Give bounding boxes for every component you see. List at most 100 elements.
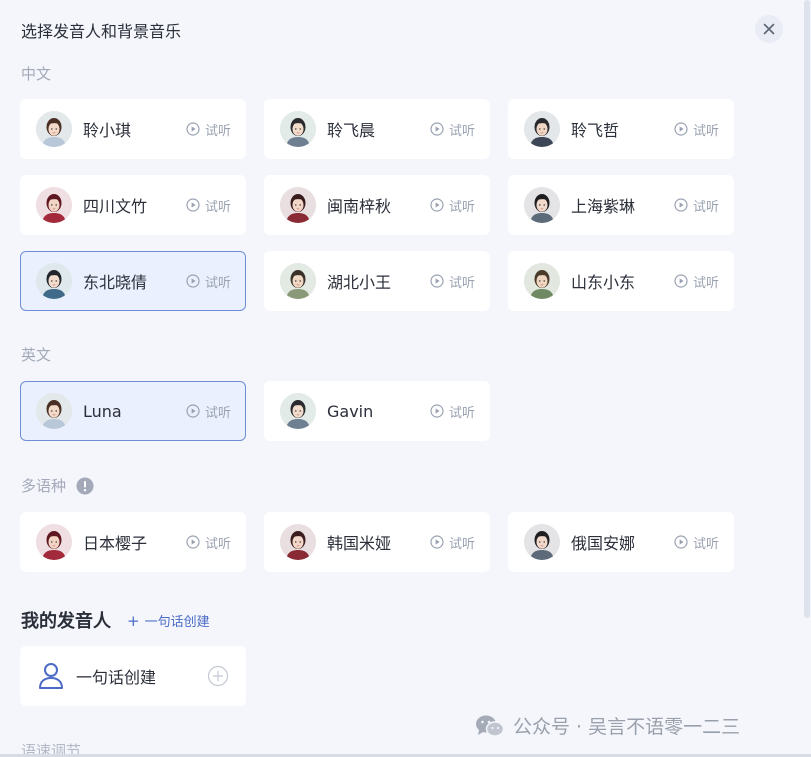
- voice-avatar: [524, 111, 560, 147]
- listen-button[interactable]: 试听: [186, 533, 231, 552]
- voice-card[interactable]: 山东小东 试听: [508, 251, 734, 311]
- voice-card[interactable]: 聆飞晨 试听: [264, 99, 490, 159]
- voice-avatar: [280, 524, 316, 560]
- wechat-icon: [476, 715, 505, 737]
- voice-card[interactable]: 韩国米娅 试听: [264, 512, 490, 572]
- listen-label: 试听: [204, 199, 231, 215]
- voice-card[interactable]: 东北晓倩 试听: [20, 251, 246, 311]
- voice-name: 聆飞晨: [327, 121, 376, 140]
- close-icon: [763, 23, 775, 35]
- listen-label: 试听: [448, 536, 475, 552]
- listen-button[interactable]: 试听: [430, 402, 475, 421]
- voice-card[interactable]: Gavin 试听: [264, 381, 490, 441]
- voice-avatar: [280, 111, 316, 147]
- listen-label: 试听: [448, 199, 475, 215]
- play-icon: [186, 198, 200, 212]
- listen-button[interactable]: 试听: [674, 533, 719, 552]
- create-voice-card[interactable]: 一句话创建: [20, 646, 246, 706]
- create-voice-link[interactable]: + 一句话创建: [127, 611, 210, 631]
- listen-label: 试听: [448, 405, 475, 421]
- listen-button[interactable]: 试听: [430, 533, 475, 552]
- voice-card[interactable]: 闽南梓秋 试听: [264, 175, 490, 235]
- listen-label: 试听: [448, 275, 475, 291]
- voice-card[interactable]: 聆飞哲 试听: [508, 99, 734, 159]
- user-icon: [39, 663, 63, 689]
- listen-button[interactable]: 试听: [430, 120, 475, 139]
- listen-label: 试听: [692, 275, 719, 291]
- listen-label: 试听: [204, 275, 231, 291]
- play-icon: [186, 535, 200, 549]
- listen-button[interactable]: 试听: [186, 402, 231, 421]
- voice-name: 东北晓倩: [83, 273, 148, 292]
- voice-name: 山东小东: [571, 273, 636, 292]
- listen-button[interactable]: 试听: [674, 196, 719, 215]
- voice-name: 湖北小王: [327, 273, 392, 292]
- listen-button[interactable]: 试听: [430, 272, 475, 291]
- listen-label: 试听: [692, 536, 719, 552]
- voice-name: 聆小琪: [83, 121, 132, 140]
- section-label-multilingual-text: 多语种: [21, 477, 67, 495]
- info-icon[interactable]: [76, 477, 94, 495]
- voice-avatar: [524, 263, 560, 299]
- play-icon: [186, 404, 200, 418]
- watermark: 公众号 · 吴言不语零一二三: [475, 712, 740, 739]
- voice-card[interactable]: 俄国安娜 试听: [508, 512, 734, 572]
- voice-card[interactable]: 日本樱子 试听: [20, 512, 246, 572]
- listen-label: 试听: [448, 123, 475, 139]
- voice-avatar: [36, 187, 72, 223]
- play-icon: [430, 122, 444, 136]
- listen-button[interactable]: 试听: [186, 120, 231, 139]
- play-icon: [674, 274, 688, 288]
- play-icon: [430, 274, 444, 288]
- scrollbar-thumb[interactable]: [804, 0, 810, 618]
- play-icon: [430, 198, 444, 212]
- voice-avatar: [36, 263, 72, 299]
- voice-name: 聆飞哲: [571, 121, 620, 140]
- play-icon: [430, 535, 444, 549]
- voice-grid-chinese: 聆小琪 试听 聆飞晨 试听 聆飞哲 试听 四川文竹 试听 闽南梓秋 试听 上海紫琳 试听 东北晓倩 试听湖…: [20, 99, 734, 311]
- section-label-multilingual: 多语种: [21, 475, 94, 496]
- watermark-text: 公众号 · 吴言不语零一二三: [513, 716, 741, 738]
- play-icon: [186, 274, 200, 288]
- play-icon: [186, 122, 200, 136]
- voice-name: Luna: [83, 401, 122, 421]
- voice-card[interactable]: Luna 试听: [20, 381, 246, 441]
- listen-label: 试听: [204, 536, 231, 552]
- voice-avatar: [36, 111, 72, 147]
- voice-name: 闽南梓秋: [327, 197, 392, 216]
- voice-grid-multilingual: 日本樱子 试听 韩国米娅 试听 俄国安娜 试听: [20, 512, 734, 572]
- voice-card[interactable]: 上海紫琳 试听: [508, 175, 734, 235]
- close-button[interactable]: [755, 15, 783, 43]
- create-voice-card-label: 一句话创建: [76, 668, 157, 687]
- voice-avatar: [524, 524, 560, 560]
- voice-name: 俄国安娜: [571, 534, 636, 553]
- voice-avatar: [280, 187, 316, 223]
- voice-name: 上海紫琳: [571, 197, 636, 216]
- listen-button[interactable]: 试听: [674, 272, 719, 291]
- listen-button[interactable]: 试听: [674, 120, 719, 139]
- dialog-title: 选择发音人和背景音乐: [21, 22, 182, 41]
- add-circle-icon[interactable]: [207, 665, 229, 687]
- play-icon: [430, 404, 444, 418]
- listen-label: 试听: [204, 405, 231, 421]
- voice-card[interactable]: 湖北小王 试听: [264, 251, 490, 311]
- voice-name: 韩国米娅: [327, 534, 392, 553]
- play-icon: [674, 198, 688, 212]
- voice-name: 日本樱子: [83, 534, 148, 553]
- voice-card[interactable]: 聆小琪 试听: [20, 99, 246, 159]
- plus-icon: +: [127, 611, 140, 630]
- voice-grid-english: Luna 试听 Gavin 试听: [20, 381, 734, 441]
- voice-card[interactable]: 四川文竹 试听: [20, 175, 246, 235]
- listen-label: 试听: [692, 123, 719, 139]
- listen-button[interactable]: 试听: [186, 196, 231, 215]
- listen-button[interactable]: 试听: [186, 272, 231, 291]
- listen-label: 试听: [692, 199, 719, 215]
- voice-dialog: 选择发音人和背景音乐 中文 聆小琪 试听 聆飞晨 试听 聆飞哲 试听 四川文竹 试听 闽南梓秋试…: [0, 0, 811, 757]
- voice-name: Gavin: [327, 401, 374, 421]
- listen-label: 试听: [204, 123, 231, 139]
- voice-name: 四川文竹: [83, 197, 148, 216]
- listen-button[interactable]: 试听: [430, 196, 475, 215]
- my-voices-title: 我的发音人: [21, 611, 111, 632]
- create-voice-link-label: 一句话创建: [144, 615, 210, 630]
- play-icon: [674, 535, 688, 549]
